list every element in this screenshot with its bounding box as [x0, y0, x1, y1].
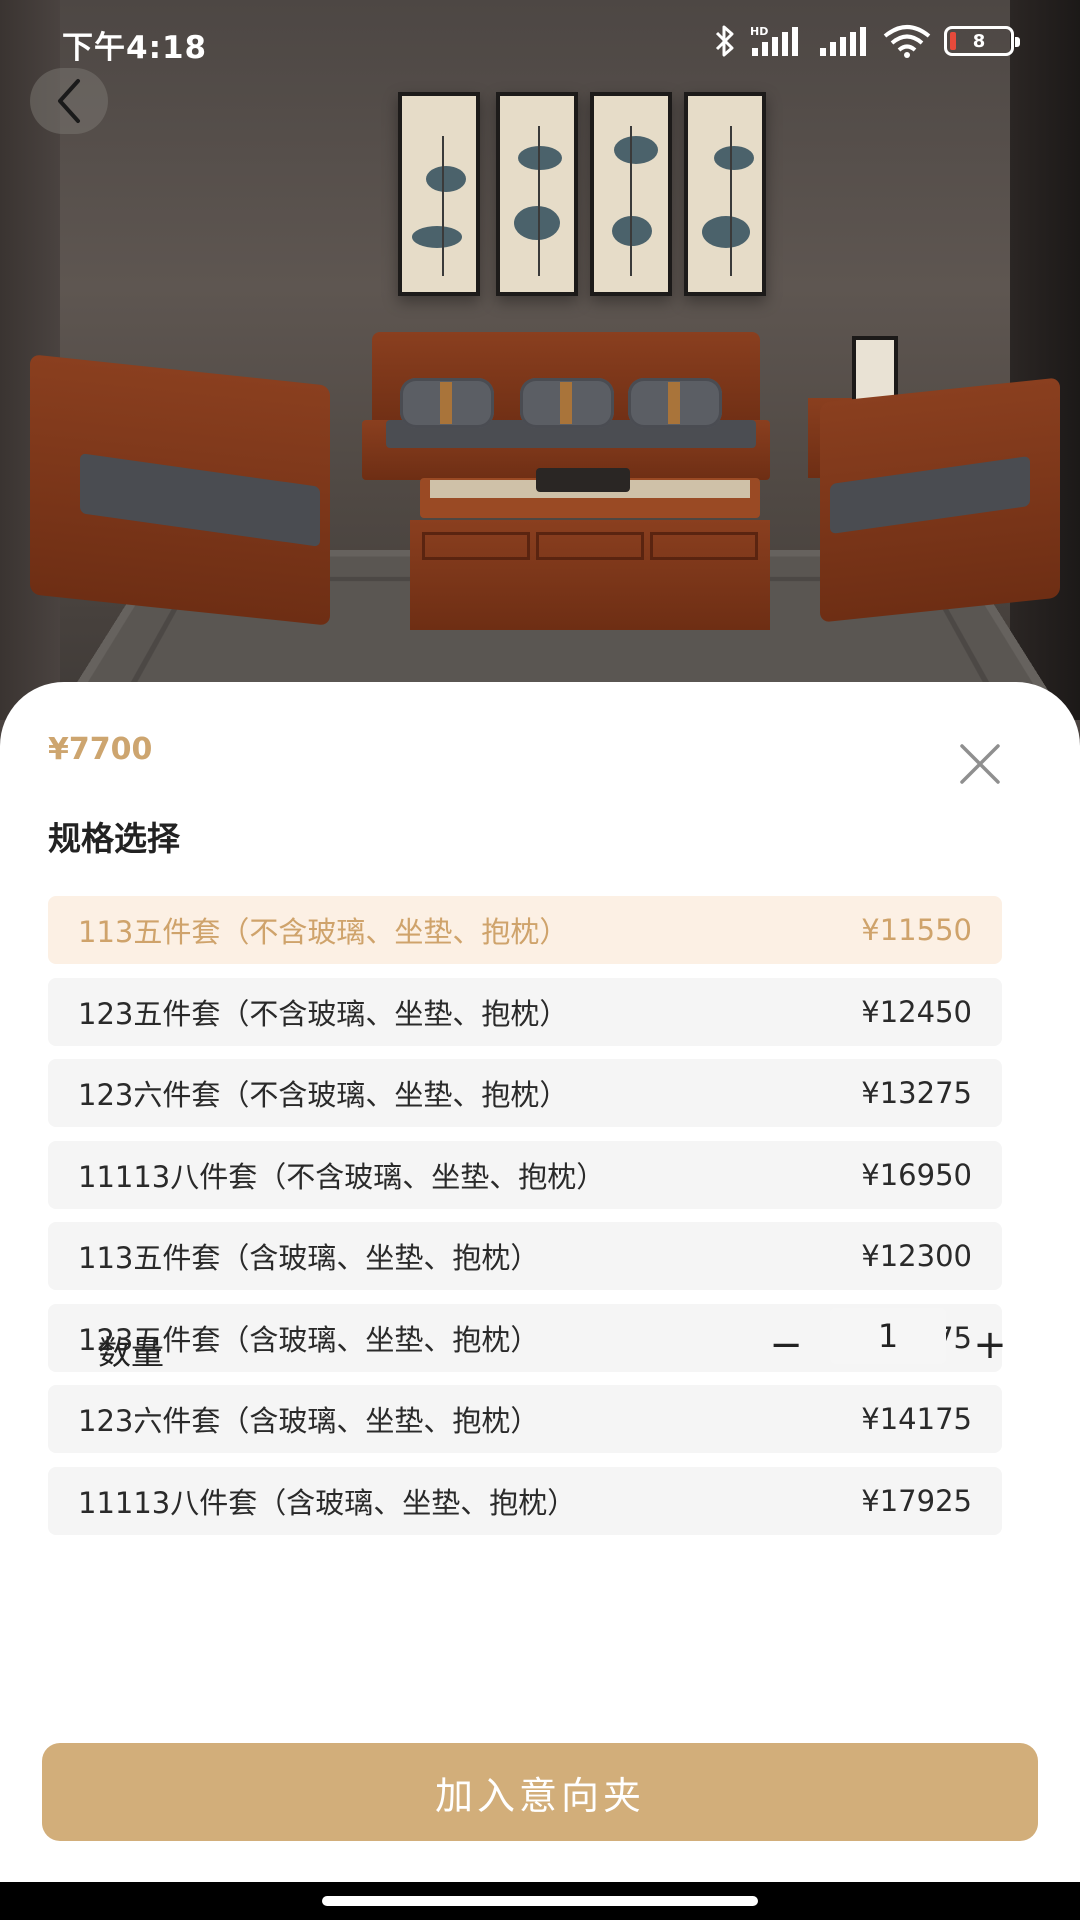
system-nav-bar — [0, 1882, 1080, 1920]
lotus-painting — [684, 92, 766, 296]
signal-icon — [820, 27, 866, 56]
signal-hd-icon: HD — [750, 25, 798, 56]
chevron-left-icon — [58, 79, 80, 123]
battery-level: 8 — [972, 30, 986, 52]
quantity-label: 数量 — [98, 1333, 164, 1372]
spec-option[interactable]: 11113八件套（不含玻璃、坐垫、抱枕） ¥16950 — [48, 1140, 1002, 1209]
wall-right — [1010, 0, 1080, 720]
spec-name: 123六件套（不含玻璃、坐垫、抱枕） — [78, 1078, 569, 1112]
spec-option[interactable]: 123六件套（含玻璃、坐垫、抱枕） ¥14175 — [48, 1385, 1002, 1453]
close-button[interactable] — [956, 740, 1004, 788]
section-title: 规格选择 — [48, 819, 180, 858]
network-label: HD — [750, 25, 768, 38]
lotus-painting — [496, 92, 578, 296]
quantity-increase-button[interactable]: + — [968, 1318, 1012, 1372]
table-drawer — [422, 532, 530, 560]
spec-selection-screen: 下午4:18 HD 8 ¥7700 规格选择 113五件套（不含玻璃、坐垫、抱枕… — [0, 0, 1080, 1920]
spec-price: ¥13275 — [861, 1076, 972, 1110]
add-to-wishlist-button[interactable]: 加入意向夹 — [42, 1743, 1038, 1841]
spec-name: 113五件套（不含玻璃、坐垫、抱枕） — [78, 915, 569, 949]
pillow — [520, 378, 614, 428]
pillow — [628, 378, 722, 428]
spec-option[interactable]: 123五件套（不含玻璃、坐垫、抱枕） ¥12450 — [48, 977, 1002, 1046]
spec-option[interactable]: 113五件套（含玻璃、坐垫、抱枕） ¥12300 — [48, 1222, 1002, 1290]
selected-price: ¥7700 — [48, 732, 153, 767]
spec-bottom-sheet: ¥7700 规格选择 113五件套（不含玻璃、坐垫、抱枕） ¥11550 123… — [0, 682, 1080, 1882]
home-indicator[interactable] — [322, 1896, 758, 1906]
table-drawer — [650, 532, 758, 560]
spec-price: ¥16950 — [861, 1157, 972, 1192]
spec-price: ¥11550 — [861, 913, 972, 947]
lotus-painting — [398, 92, 480, 296]
spec-price: ¥12300 — [861, 1239, 972, 1273]
spec-list: 113五件套（不含玻璃、坐垫、抱枕） ¥11550 123五件套（不含玻璃、坐垫… — [48, 896, 1002, 1548]
close-icon — [960, 744, 1000, 784]
spec-option[interactable]: 113五件套（不含玻璃、坐垫、抱枕） ¥11550 — [48, 896, 1002, 964]
quantity-decrease-button[interactable]: − — [766, 1320, 806, 1370]
pillow — [400, 378, 494, 428]
product-photo — [0, 0, 1080, 720]
spec-price: ¥17925 — [861, 1483, 972, 1518]
spec-price: ¥14175 — [861, 1402, 972, 1436]
battery-icon: 8 — [944, 26, 1020, 56]
spec-option[interactable]: 11113八件套（含玻璃、坐垫、抱枕） ¥17925 — [48, 1466, 1002, 1535]
quantity-input[interactable]: 1 — [830, 1308, 946, 1364]
spec-name: 113五件套（含玻璃、坐垫、抱枕） — [78, 1241, 540, 1275]
spec-name: 123五件套（不含玻璃、坐垫、抱枕） — [78, 996, 569, 1031]
battery-fill — [950, 32, 956, 50]
tea-tray — [536, 468, 630, 492]
status-icons: HD 8 — [714, 24, 1020, 58]
spec-name: 123六件套（含玻璃、坐垫、抱枕） — [78, 1404, 540, 1438]
spec-name: 11113八件套（含玻璃、坐垫、抱枕） — [78, 1485, 577, 1520]
spec-option[interactable]: 123六件套（不含玻璃、坐垫、抱枕） ¥13275 — [48, 1059, 1002, 1127]
lotus-painting — [590, 92, 672, 296]
status-time: 下午4:18 — [62, 30, 208, 66]
status-bar: 下午4:18 HD 8 — [0, 0, 1080, 84]
bluetooth-icon — [715, 25, 734, 57]
spec-name: 11113八件套（不含玻璃、坐垫、抱枕） — [78, 1159, 606, 1194]
spec-price: ¥12450 — [861, 994, 972, 1029]
table-drawer — [536, 532, 644, 560]
wifi-icon — [883, 25, 931, 58]
